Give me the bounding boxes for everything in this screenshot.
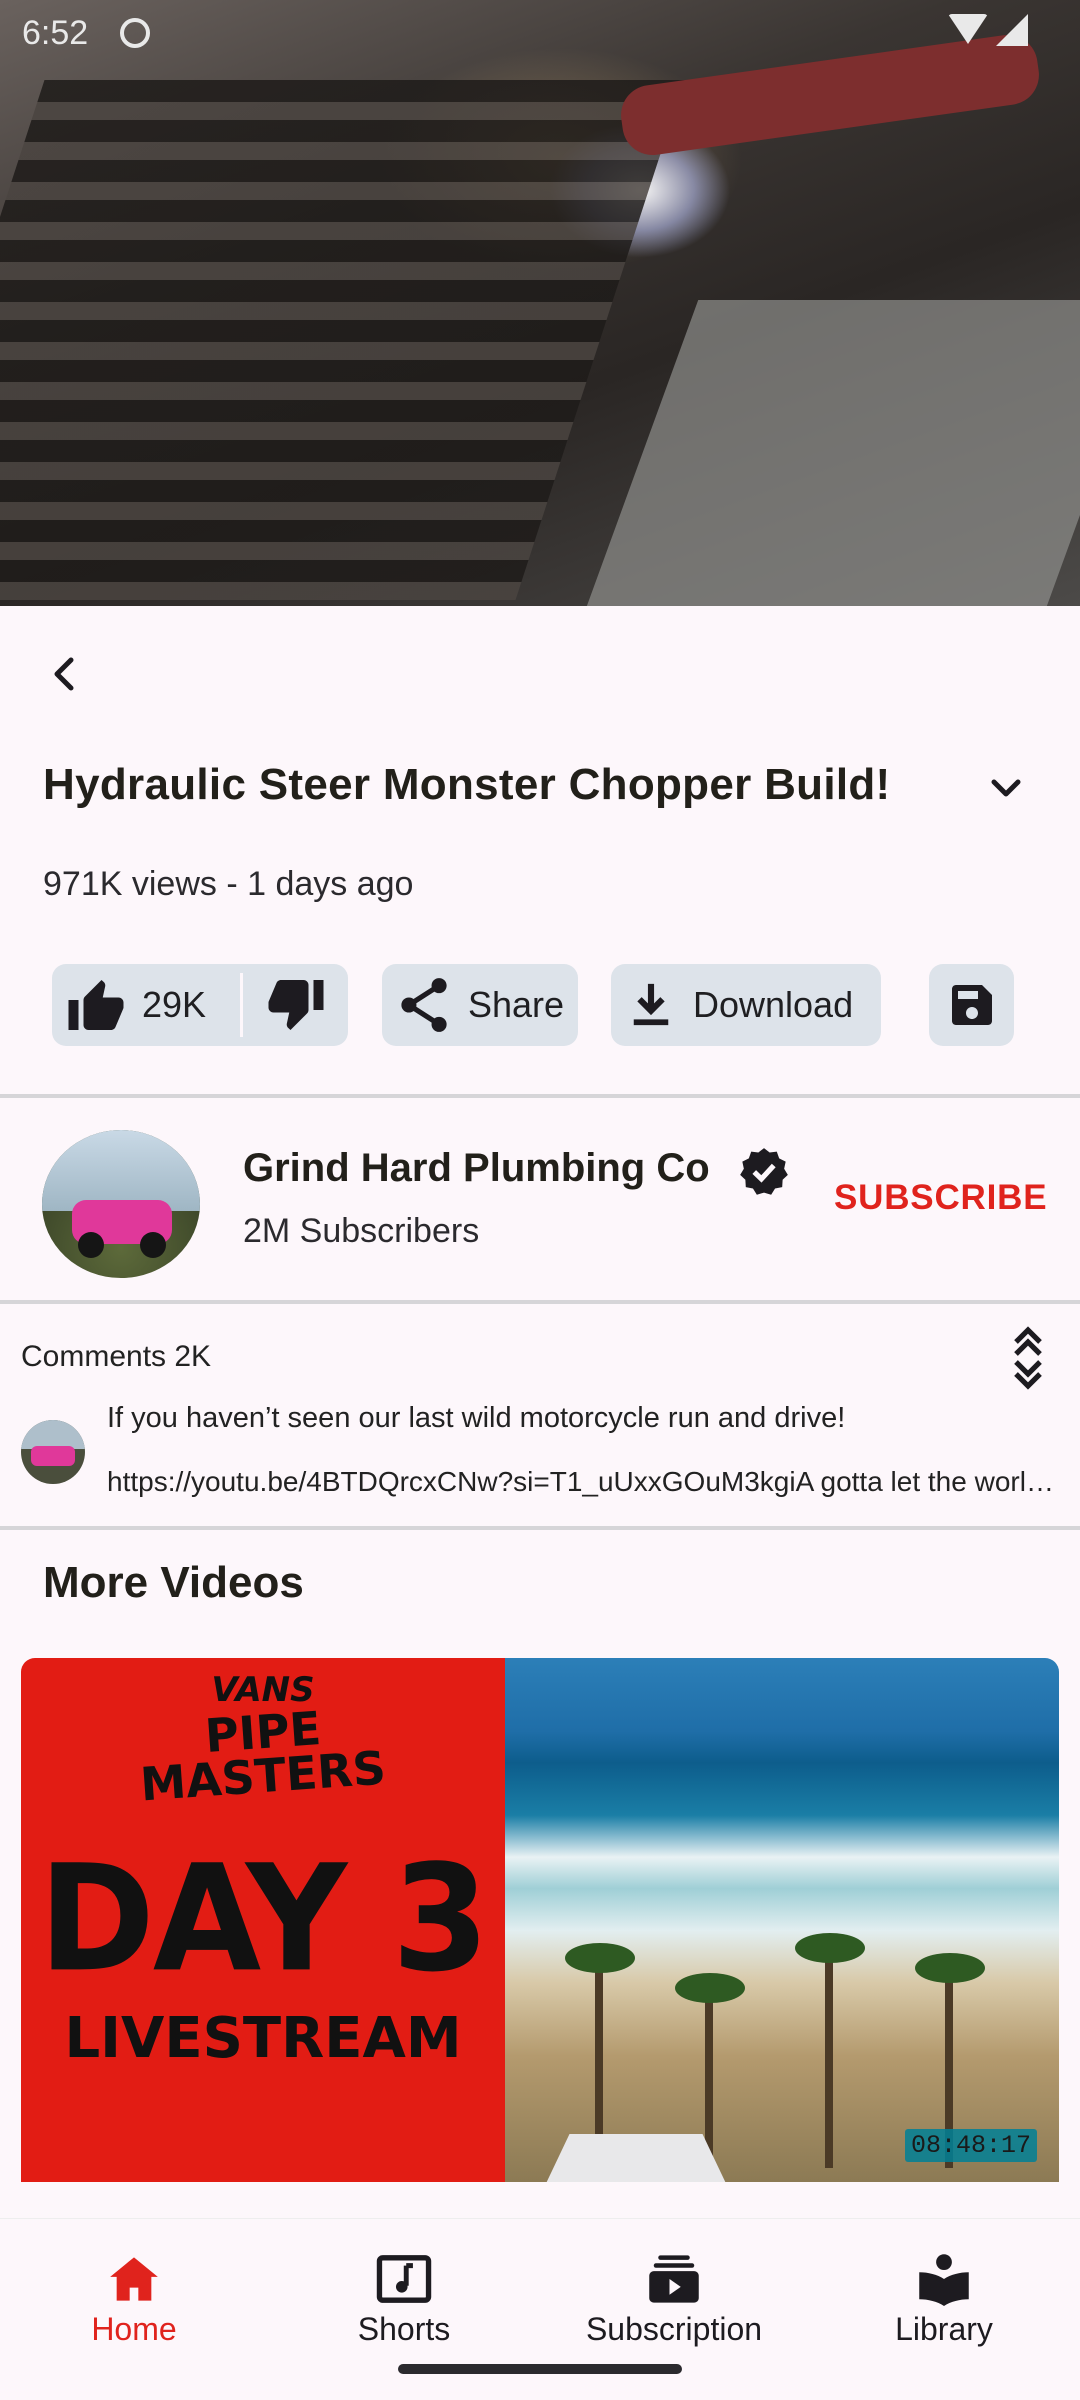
nav-library[interactable]: Library xyxy=(834,2249,1054,2348)
nav-shorts[interactable]: Shorts xyxy=(294,2249,514,2348)
download-button[interactable]: Download xyxy=(611,964,881,1046)
comment-text: If you haven’t seen our last wild motorc… xyxy=(107,1402,846,1434)
thumbnail-beach-photo xyxy=(505,1658,1059,2182)
subscribe-button[interactable]: SUBSCRIBE xyxy=(834,1178,1047,1218)
subscriber-count: 2M Subscribers xyxy=(243,1212,480,1250)
verified-badge-icon xyxy=(738,1146,790,1198)
comment-link[interactable]: https://youtu.be/4BTDQrcxCNw?si=T1_uUxxG… xyxy=(107,1466,1057,1498)
unfold-icon xyxy=(1014,1326,1042,1390)
nav-subscription-label: Subscription xyxy=(585,2311,763,2347)
status-time: 6:52 xyxy=(22,14,89,52)
like-button[interactable]: 29K xyxy=(52,964,240,1046)
thumbnail-logo-text: VANS PIPE MASTERS xyxy=(138,1670,388,1812)
home-indicator[interactable] xyxy=(398,2364,682,2374)
thumbnail-day-text: DAY 3 xyxy=(38,1833,490,2006)
subscription-icon xyxy=(649,2255,699,2303)
library-icon xyxy=(919,2254,969,2306)
more-videos-title: More Videos xyxy=(43,1558,304,1607)
save-icon xyxy=(951,985,992,1025)
divider xyxy=(0,1526,1080,1530)
dislike-button[interactable] xyxy=(243,964,348,1046)
video-frame-torch xyxy=(617,31,1043,159)
thumbnail-livestream-text: LIVESTREAM xyxy=(64,2006,462,2071)
share-label: Share xyxy=(468,984,565,1025)
save-button[interactable] xyxy=(929,964,1014,1046)
status-sync-icon xyxy=(120,18,150,48)
channel-name[interactable]: Grind Hard Plumbing Co xyxy=(243,1146,710,1191)
comments-header[interactable]: Comments 2K xyxy=(21,1340,211,1374)
divider xyxy=(0,1094,1080,1098)
status-icons xyxy=(948,14,1028,46)
cell-signal-icon xyxy=(996,14,1028,46)
comments-expand-button[interactable] xyxy=(1006,1326,1050,1390)
video-title: Hydraulic Steer Monster Chopper Build! xyxy=(43,760,891,809)
video-duration-badge: 08:48:17 xyxy=(904,2129,1037,2162)
expand-description-button[interactable] xyxy=(984,766,1028,810)
video-frame-grate xyxy=(0,80,685,600)
share-button[interactable]: Share xyxy=(382,964,578,1046)
download-icon xyxy=(633,983,669,1026)
thumbs-up-icon xyxy=(68,980,124,1030)
thumbnail-tent xyxy=(541,2134,731,2182)
nav-shorts-label: Shorts xyxy=(357,2311,451,2347)
download-label: Download xyxy=(693,984,854,1025)
nav-library-label: Library xyxy=(895,2311,993,2347)
thumbs-down-icon xyxy=(268,980,323,1030)
channel-avatar[interactable] xyxy=(42,1130,200,1278)
video-thumbnail[interactable]: VANS PIPE MASTERS DAY 3 LIVESTREAM 08:48… xyxy=(21,1658,1059,2182)
nav-home-label: Home xyxy=(91,2311,177,2347)
home-icon xyxy=(110,2257,158,2301)
nav-subscription[interactable]: Subscription xyxy=(564,2249,784,2348)
video-player[interactable]: 6:52 xyxy=(0,0,1080,606)
share-icon xyxy=(401,978,447,1032)
divider xyxy=(0,1300,1080,1304)
chevron-down-icon xyxy=(991,779,1021,797)
comment-author-avatar xyxy=(21,1420,85,1484)
shorts-icon xyxy=(376,2255,432,2303)
video-meta: 971K views - 1 days ago xyxy=(43,865,414,903)
like-count: 29K xyxy=(142,984,207,1025)
wifi-icon xyxy=(948,14,988,44)
back-button[interactable] xyxy=(40,650,88,698)
nav-home[interactable]: Home xyxy=(24,2249,244,2348)
like-dislike-group: 29K xyxy=(52,964,348,1046)
video-frame-floor xyxy=(581,300,1080,606)
thumbnail-red-panel: VANS PIPE MASTERS DAY 3 LIVESTREAM xyxy=(21,1658,505,2182)
chevron-left-icon xyxy=(54,657,74,691)
